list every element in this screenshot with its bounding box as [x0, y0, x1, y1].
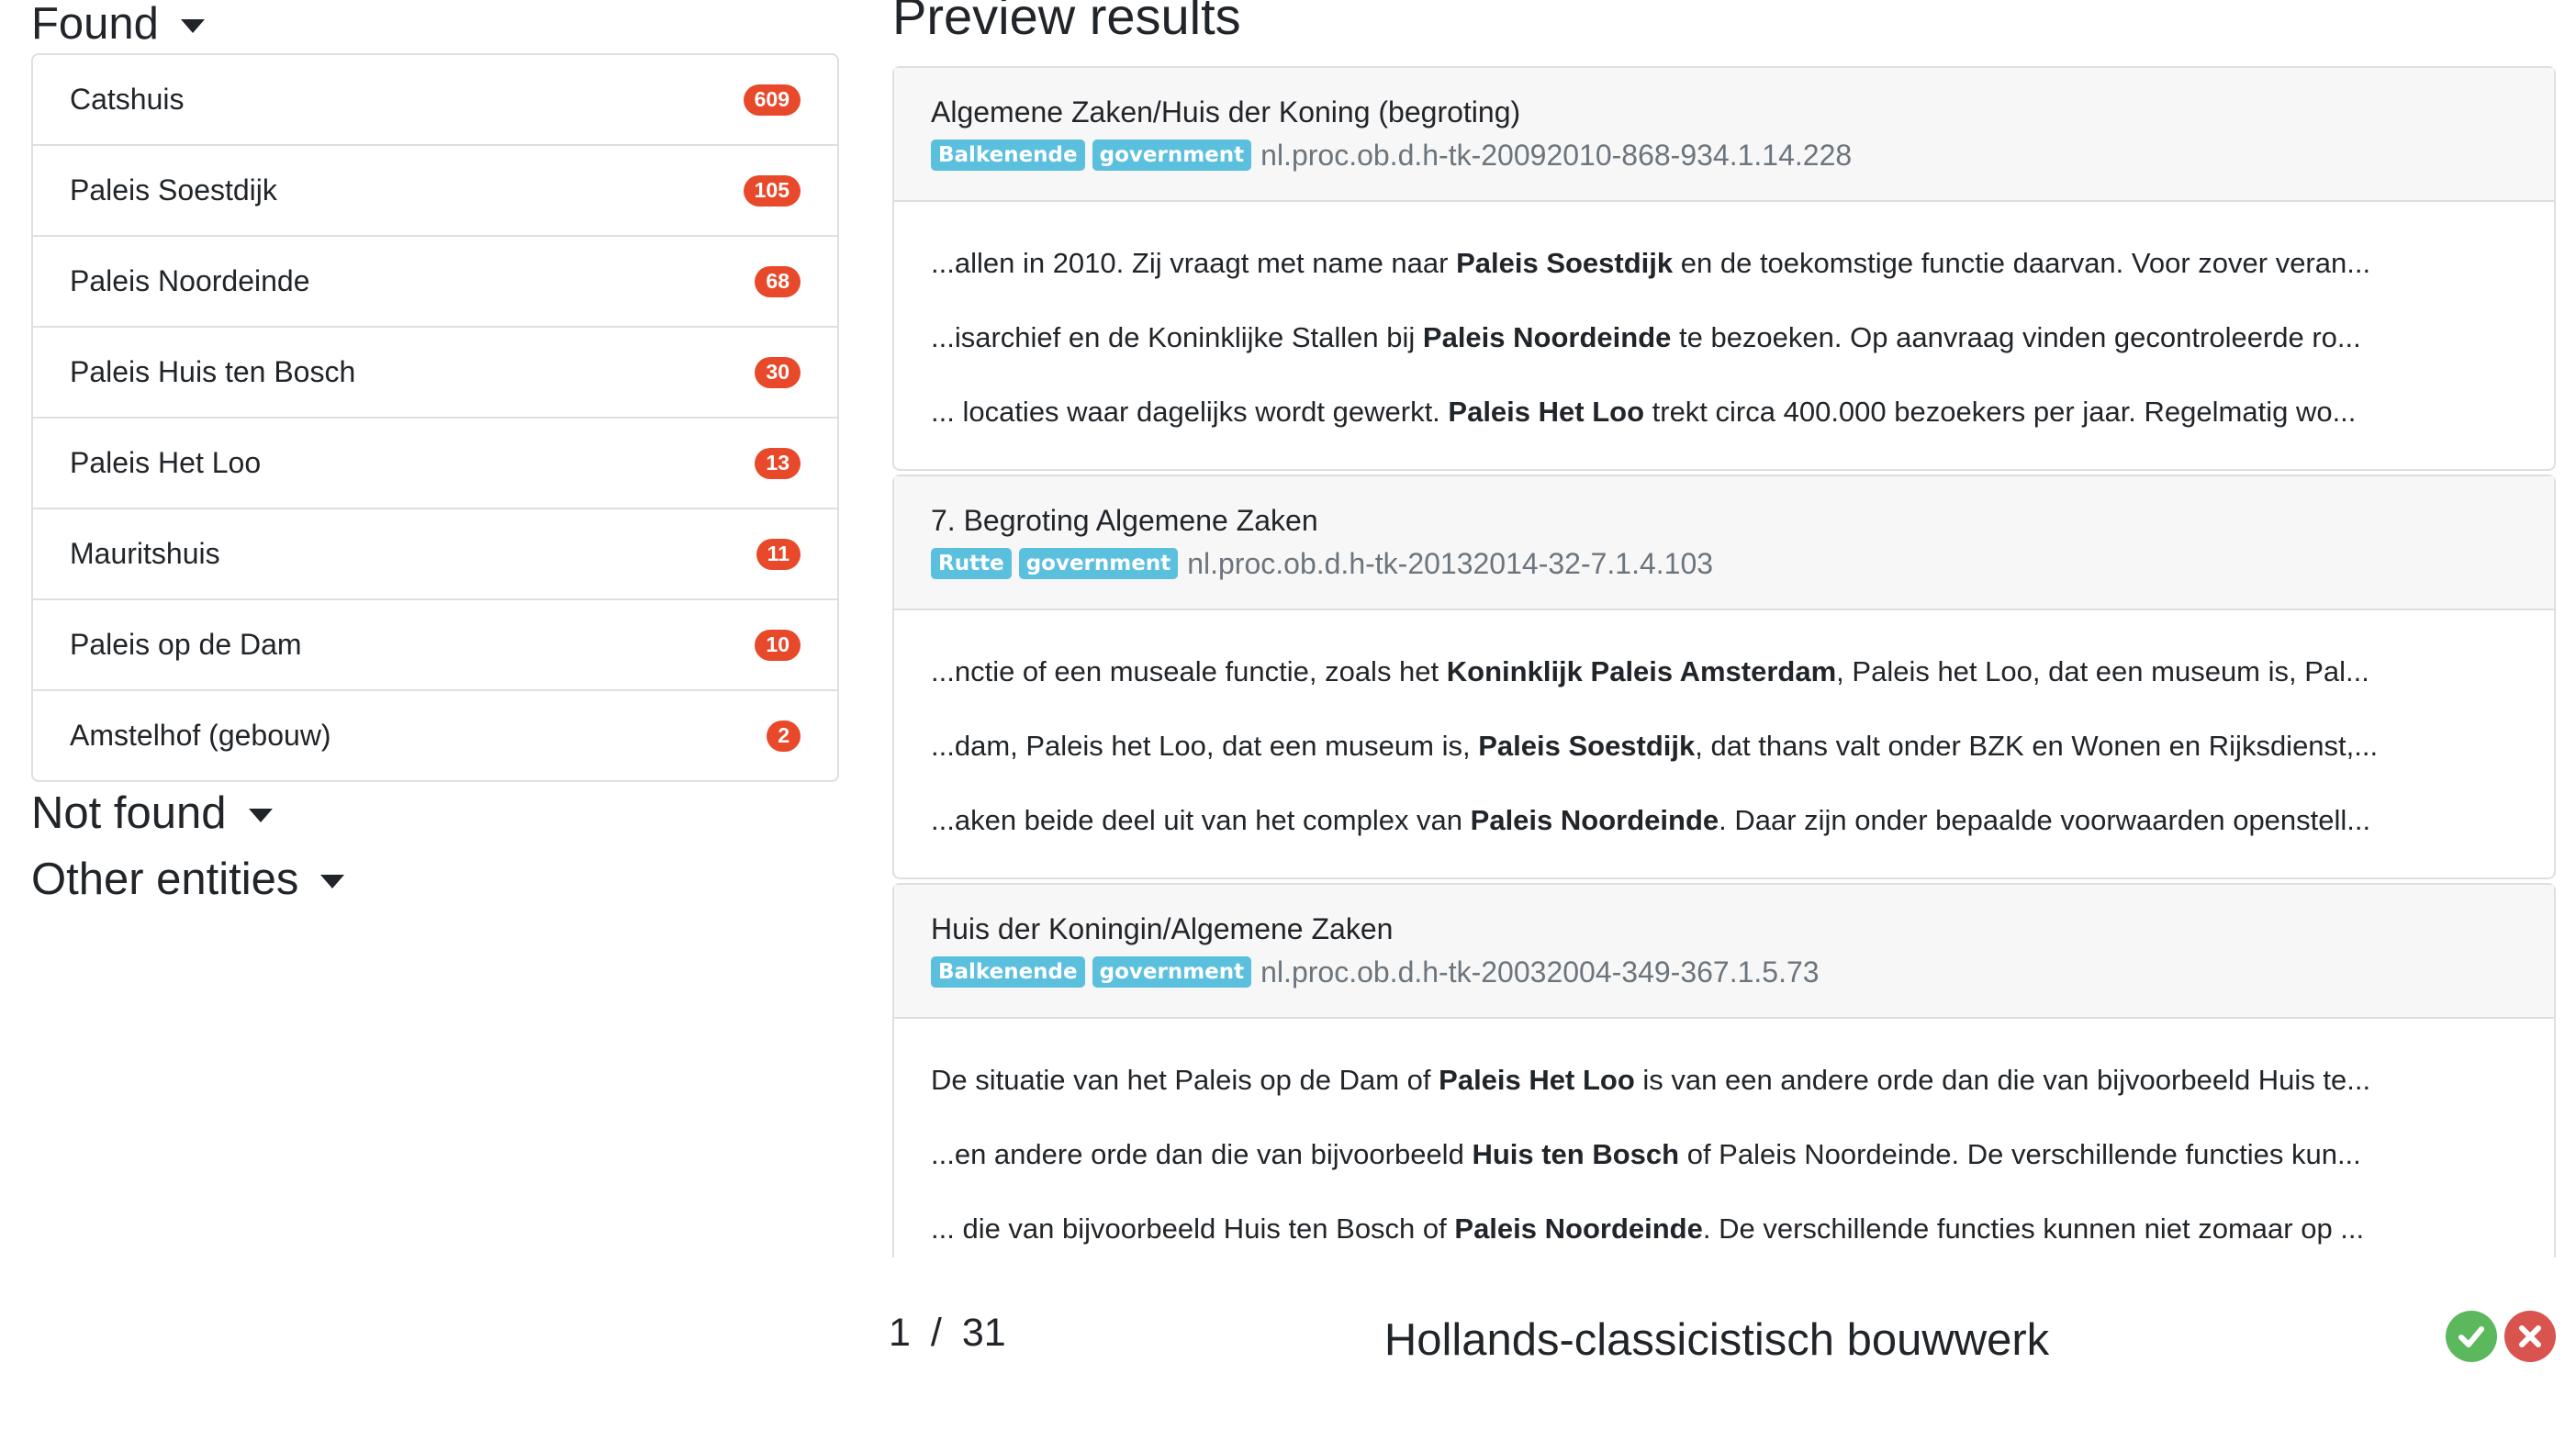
- caret-down-icon: [248, 808, 273, 822]
- count-badge: 68: [755, 265, 801, 297]
- found-item-label: Paleis Het Loo: [70, 446, 262, 479]
- result-title: Algemene Zaken/Huis der Koning (begrotin…: [931, 95, 1521, 128]
- snippet-hit: Paleis Het Loo: [1448, 396, 1645, 428]
- snippet-hit: Paleis Noordeinde: [1454, 1212, 1703, 1245]
- result-title: Huis der Koningin/Algemene Zaken: [931, 912, 1394, 945]
- document-id: nl.proc.ob.d.h-tk-20092010-868-934.1.14.…: [1260, 138, 1853, 172]
- results-scroll-area[interactable]: Algemene Zaken/Huis der Koning (begrotin…: [892, 66, 2556, 1257]
- result-header: 7. Begroting Algemene Zaken Rutte govern…: [894, 476, 2554, 610]
- reject-button[interactable]: [2504, 1311, 2556, 1362]
- result-card: 7. Begroting Algemene Zaken Rutte govern…: [892, 475, 2556, 879]
- snippet: ...nctie of een museale functie, zoals h…: [931, 655, 2369, 687]
- snippet: De situatie van het Paleis op de Dam of …: [931, 1064, 2371, 1096]
- snippet-hit: Paleis Noordeinde: [1470, 804, 1719, 836]
- snippet-hit: Paleis Soestdijk: [1478, 730, 1696, 762]
- result-header: Algemene Zaken/Huis der Koning (begrotin…: [894, 68, 2554, 202]
- found-item-label: Catshuis: [70, 83, 185, 116]
- party-tag: Rutte: [931, 548, 1012, 579]
- entity-name: Hollands-classicistisch bouwwerk: [1383, 1315, 2050, 1365]
- snippet: ... locaties waar dagelijks wordt gewerk…: [931, 396, 2357, 428]
- caret-down-icon: [320, 874, 345, 888]
- pager-current: 1: [889, 1311, 911, 1355]
- found-item[interactable]: Paleis op de Dam 10: [33, 600, 837, 691]
- snippet: ... die van bijvoorbeeld Huis ten Bosch …: [931, 1212, 2365, 1245]
- result-meta: Rutte government nl.proc.ob.d.h-tk-20132…: [931, 542, 2517, 585]
- result-snippets: De situatie van het Paleis op de Dam of …: [894, 1019, 2554, 1257]
- count-badge: 2: [767, 720, 801, 752]
- snippet: ...isarchief en de Koninklijke Stallen b…: [931, 321, 2361, 353]
- snippet-hit: Koninklijk Paleis Amsterdam: [1446, 655, 1837, 687]
- found-item[interactable]: Catshuis 609: [33, 55, 837, 146]
- result-card: Huis der Koningin/Algemene Zaken Balkene…: [892, 883, 2556, 1257]
- role-tag: government: [1092, 956, 1252, 988]
- count-badge: 105: [743, 174, 801, 207]
- other-entities-heading: Other entities: [31, 854, 299, 904]
- caret-down-icon: [180, 18, 205, 33]
- snippet: ...allen in 2010. Zij vraagt met name na…: [931, 247, 2371, 279]
- snippet: ...aken beide deel uit van het complex v…: [931, 804, 2371, 836]
- result-snippets: ...allen in 2010. Zij vraagt met name na…: [894, 202, 2554, 469]
- not-found-section-toggle[interactable]: Not found: [31, 788, 273, 839]
- snippet-hit: Paleis Noordeinde: [1422, 321, 1672, 353]
- preview-title: Preview results: [892, 0, 1241, 45]
- document-id: nl.proc.ob.d.h-tk-20032004-349-367.1.5.7…: [1260, 955, 1820, 989]
- found-item[interactable]: Mauritshuis 11: [33, 509, 837, 600]
- found-item[interactable]: Paleis Huis ten Bosch 30: [33, 328, 837, 419]
- result-meta: Balkenende government nl.proc.ob.d.h-tk-…: [931, 951, 2517, 993]
- count-badge: 609: [743, 84, 801, 116]
- accept-button[interactable]: [2446, 1311, 2497, 1362]
- found-item-label: Amstelhof (gebouw): [70, 719, 331, 752]
- role-tag: government: [1018, 548, 1179, 579]
- result-card: Algemene Zaken/Huis der Koning (begrotin…: [892, 66, 2556, 471]
- count-badge: 30: [755, 356, 801, 388]
- found-item[interactable]: Paleis Noordeinde 68: [33, 237, 837, 328]
- found-item-label: Paleis op de Dam: [70, 628, 302, 661]
- party-tag: Balkenende: [931, 140, 1085, 171]
- snippet: ...en andere orde dan die van bijvoorbee…: [931, 1138, 2361, 1170]
- found-item-label: Paleis Noordeinde: [70, 264, 310, 297]
- result-header: Huis der Koningin/Algemene Zaken Balkene…: [894, 885, 2554, 1019]
- found-heading: Found: [31, 0, 159, 49]
- other-entities-section-toggle[interactable]: Other entities: [31, 854, 345, 905]
- snippet-hit: Paleis Het Loo: [1439, 1064, 1635, 1096]
- snippet-hit: Paleis Soestdijk: [1456, 247, 1674, 279]
- result-snippets: ...nctie of een museale functie, zoals h…: [894, 610, 2554, 877]
- found-item-label: Mauritshuis: [70, 537, 220, 570]
- pager-total: 31: [961, 1311, 1006, 1355]
- check-icon: [2458, 1326, 2484, 1347]
- count-badge: 10: [755, 629, 801, 661]
- found-item[interactable]: Paleis Soestdijk 105: [33, 146, 837, 237]
- not-found-heading: Not found: [31, 788, 227, 838]
- document-id: nl.proc.ob.d.h-tk-20132014-32-7.1.4.103: [1187, 546, 1714, 580]
- count-badge: 11: [756, 538, 801, 570]
- snippet-hit: Huis ten Bosch: [1472, 1138, 1680, 1170]
- result-title: 7. Begroting Algemene Zaken: [931, 504, 1318, 537]
- pager: 1 / 31: [889, 1311, 1006, 1356]
- count-badge: 13: [755, 447, 801, 479]
- role-tag: government: [1092, 140, 1252, 171]
- found-item[interactable]: Amstelhof (gebouw) 2: [33, 691, 837, 780]
- found-section-toggle[interactable]: Found: [31, 0, 205, 50]
- found-list: Catshuis 609 Paleis Soestdijk 105 Paleis…: [31, 53, 839, 782]
- found-item-label: Paleis Huis ten Bosch: [70, 355, 356, 388]
- found-item[interactable]: Paleis Het Loo 13: [33, 419, 837, 509]
- result-meta: Balkenende government nl.proc.ob.d.h-tk-…: [931, 134, 2517, 176]
- close-icon: [2519, 1325, 2541, 1347]
- party-tag: Balkenende: [931, 956, 1085, 988]
- found-item-label: Paleis Soestdijk: [70, 173, 277, 207]
- snippet: ...dam, Paleis het Loo, dat een museum i…: [931, 730, 2379, 762]
- pager-separator: /: [930, 1311, 942, 1355]
